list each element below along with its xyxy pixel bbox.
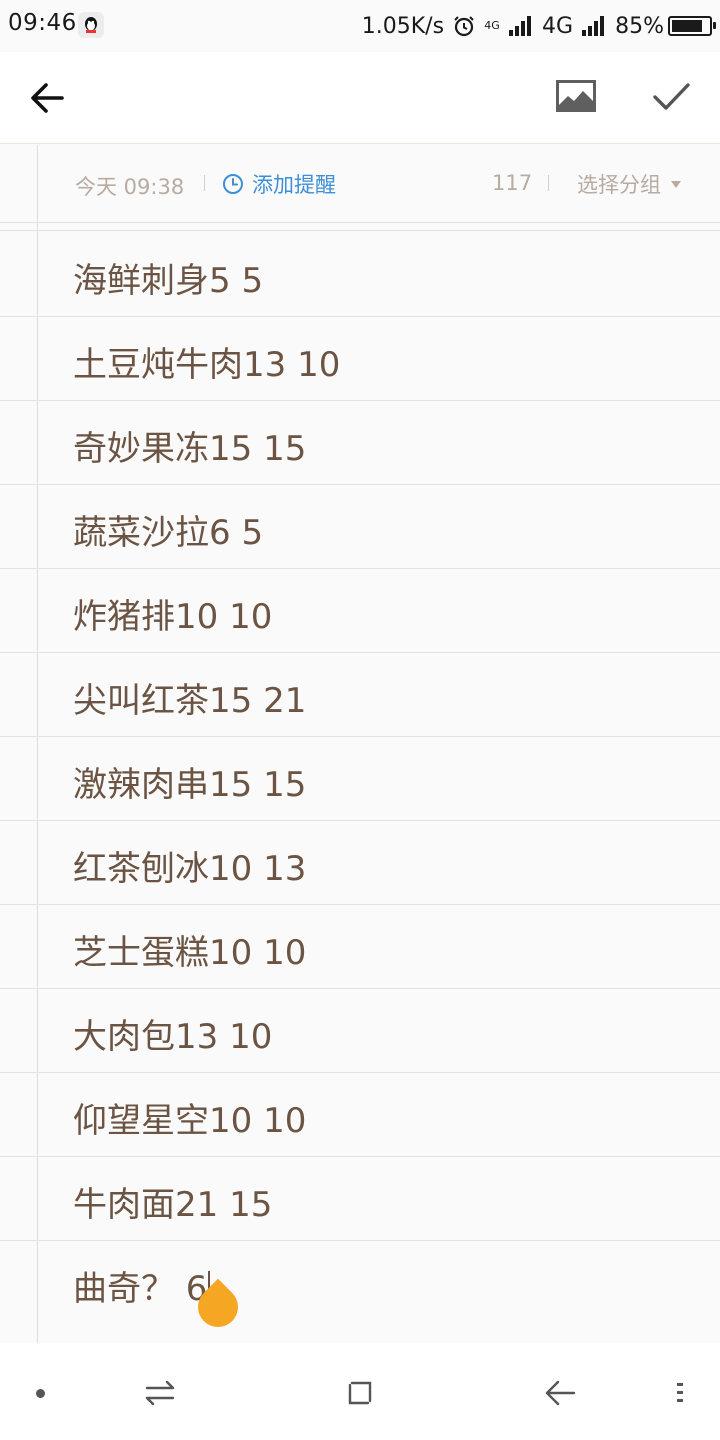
image-icon bbox=[556, 80, 596, 112]
clock-icon bbox=[223, 174, 243, 194]
note-lines[interactable]: 海鲜刺身5 5 土豆炖牛肉13 10 奇妙果冻15 15 蔬菜沙拉6 5 炸猪排… bbox=[0, 233, 720, 1336]
select-group-dropdown[interactable]: 选择分组 bbox=[577, 169, 681, 199]
qq-notification-icon bbox=[78, 12, 104, 38]
back-arrow-icon bbox=[31, 83, 64, 113]
editing-line[interactable]: 曲奇？ 6 bbox=[0, 1241, 720, 1336]
system-nav-bar bbox=[0, 1343, 720, 1440]
insert-image-button[interactable] bbox=[550, 72, 602, 122]
note-line-text: 芝士蛋糕10 10 bbox=[73, 933, 307, 973]
character-count: 117 bbox=[492, 171, 533, 195]
battery-percent: 85% bbox=[615, 13, 664, 39]
menu-icon[interactable] bbox=[660, 1373, 700, 1413]
app-bar bbox=[0, 52, 720, 144]
save-button[interactable] bbox=[646, 72, 698, 122]
add-reminder-label: 添加提醒 bbox=[252, 173, 336, 197]
note-line[interactable]: 土豆炖牛肉13 10 bbox=[0, 317, 720, 401]
note-line[interactable]: 奇妙果冻15 15 bbox=[0, 401, 720, 485]
editing-line-text: 曲奇？ 6 bbox=[73, 1269, 208, 1309]
dropdown-caret-icon bbox=[671, 180, 681, 188]
signal-icon bbox=[509, 16, 532, 36]
note-line[interactable]: 大肉包13 10 bbox=[0, 989, 720, 1073]
note-line-text: 蔬菜沙拉6 5 bbox=[73, 513, 264, 553]
back-nav-icon[interactable] bbox=[540, 1373, 580, 1413]
alarm-icon bbox=[454, 16, 474, 37]
note-line-text: 牛肉面21 15 bbox=[73, 1185, 273, 1225]
battery-icon bbox=[668, 16, 716, 36]
network-type: 4G bbox=[542, 13, 574, 39]
note-line[interactable]: 海鲜刺身5 5 bbox=[0, 233, 720, 317]
switch-apps-icon[interactable] bbox=[140, 1373, 180, 1413]
note-line[interactable]: 蔬菜沙拉6 5 bbox=[0, 485, 720, 569]
divider bbox=[548, 175, 549, 191]
back-button[interactable] bbox=[22, 74, 74, 122]
note-line-text: 红茶刨冰10 13 bbox=[73, 849, 307, 889]
note-editor[interactable]: 今天 09:38 添加提醒 117 选择分组 海鲜刺身5 5 土豆炖牛肉13 1… bbox=[0, 145, 720, 1343]
note-meta-row: 今天 09:38 添加提醒 117 选择分组 bbox=[0, 145, 720, 223]
note-line[interactable]: 尖叫红茶15 21 bbox=[0, 653, 720, 737]
note-line[interactable]: 红茶刨冰10 13 bbox=[0, 821, 720, 905]
note-line-text: 大肉包13 10 bbox=[73, 1017, 273, 1057]
note-line[interactable]: 芝士蛋糕10 10 bbox=[0, 905, 720, 989]
add-reminder-button[interactable]: 添加提醒 bbox=[222, 169, 336, 199]
note-line[interactable]: 炸猪排10 10 bbox=[0, 569, 720, 653]
note-line[interactable]: 牛肉面21 15 bbox=[0, 1157, 720, 1241]
check-icon bbox=[653, 83, 690, 110]
note-line-text: 激辣肉串15 15 bbox=[73, 765, 307, 805]
select-group-label: 选择分组 bbox=[577, 173, 661, 197]
note-line-text: 仰望星空10 10 bbox=[73, 1101, 307, 1141]
status-indicators: 1.05K/s 4G 4G 85% bbox=[354, 10, 716, 42]
battery-level bbox=[672, 20, 702, 32]
home-square-icon[interactable] bbox=[340, 1373, 380, 1413]
note-date: 今天 09:38 bbox=[75, 175, 185, 199]
note-line-text: 炸猪排10 10 bbox=[73, 597, 273, 637]
status-bar: 09:46 1.05K/s 4G 4G 85% bbox=[0, 0, 720, 52]
divider bbox=[204, 175, 205, 191]
data-network-4g-small: 4G bbox=[484, 19, 500, 32]
editing-line-content: 曲奇？ 6 bbox=[73, 1261, 211, 1311]
note-line-text: 奇妙果冻15 15 bbox=[73, 429, 307, 469]
signal-icon-2 bbox=[582, 16, 605, 36]
note-line[interactable]: 激辣肉串15 15 bbox=[0, 737, 720, 821]
note-line-text: 尖叫红茶15 21 bbox=[73, 681, 307, 721]
note-line-text: 土豆炖牛肉13 10 bbox=[73, 345, 341, 385]
nav-dot-button[interactable] bbox=[36, 1389, 45, 1398]
status-time: 09:46 bbox=[8, 10, 77, 36]
divider bbox=[0, 230, 720, 231]
network-speed: 1.05K/s bbox=[361, 13, 445, 39]
note-line[interactable]: 仰望星空10 10 bbox=[0, 1073, 720, 1157]
note-line-text: 海鲜刺身5 5 bbox=[73, 261, 264, 301]
